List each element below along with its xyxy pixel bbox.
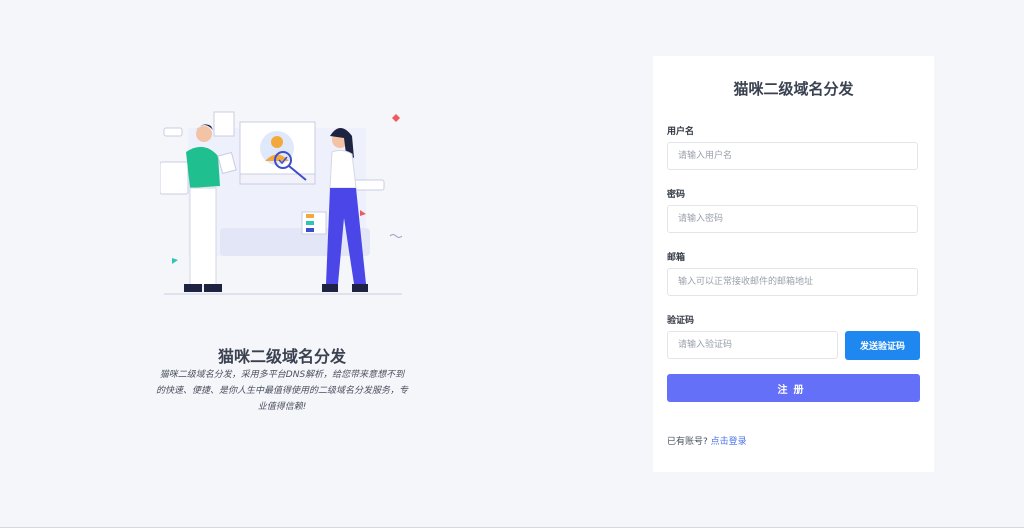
password-input[interactable] <box>667 205 918 233</box>
password-label: 密码 <box>667 190 686 200</box>
captcha-label: 验证码 <box>667 316 695 326</box>
promo-title: 猫咪二级域名分发 <box>217 347 346 366</box>
login-prompt: 已有账号? <box>667 437 708 447</box>
username-label: 用户名 <box>667 127 695 137</box>
email-label: 邮箱 <box>667 253 686 263</box>
send-captcha-button[interactable]: 发送验证码 <box>845 331 920 360</box>
register-button[interactable]: 注册 <box>667 374 920 402</box>
login-link[interactable]: 点击登录 <box>711 437 747 447</box>
register-card: 猫咪二级域名分发 用户名 密码 邮箱 验证码 发送验证码 注册 已有账号? 点击… <box>653 56 934 472</box>
login-row: 已有账号? 点击登录 <box>667 434 747 447</box>
captcha-input[interactable] <box>667 331 838 359</box>
promo-description: 猫咪二级域名分发，采用多平台DNS解析，给您带来意想不到的快速、便捷、是你人生中… <box>156 370 409 412</box>
people-verification-illustration <box>160 111 403 295</box>
email-input[interactable] <box>667 268 918 296</box>
username-input[interactable] <box>667 142 918 170</box>
form-title: 猫咪二级域名分发 <box>733 80 854 98</box>
